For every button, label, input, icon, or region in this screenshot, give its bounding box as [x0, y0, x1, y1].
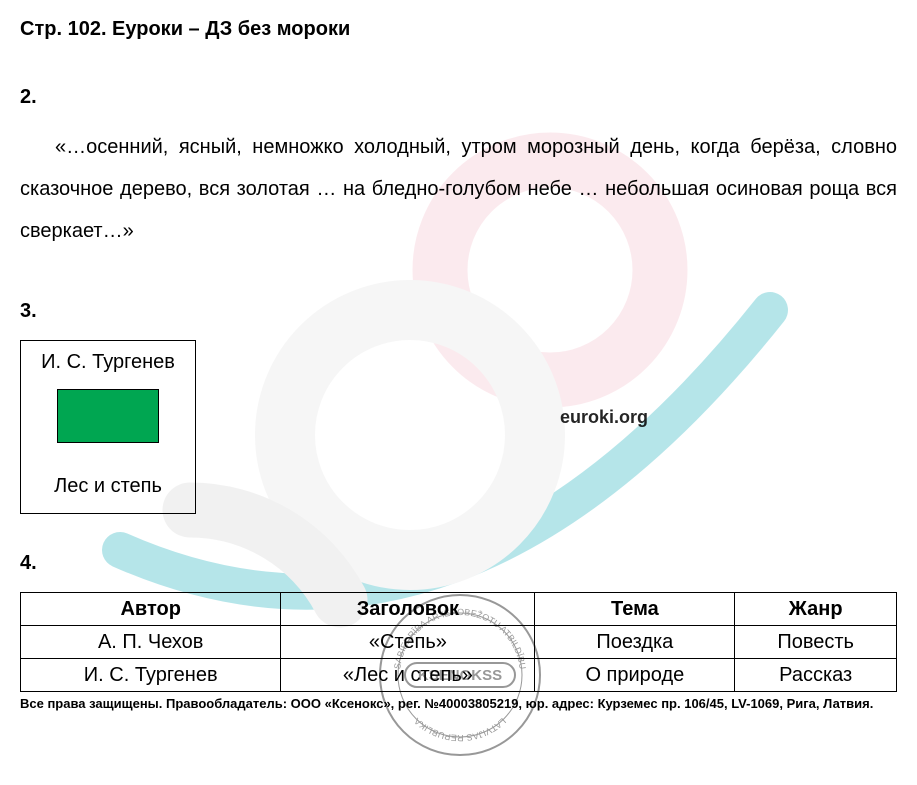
section-2-number: 2.	[20, 78, 897, 116]
col-topic: Тема	[535, 593, 735, 626]
cell-title: «Степь»	[281, 626, 535, 659]
section-3-number: 3.	[20, 292, 897, 330]
cell-genre: Повесть	[735, 626, 897, 659]
cell-genre: Рассказ	[735, 659, 897, 692]
table-row: И. С. Тургенев «Лес и степь» О природе Р…	[21, 659, 897, 692]
section-2-quote: «…осенний, ясный, немножко холодный, утр…	[20, 126, 897, 252]
svg-text:LATVIJAS REPUBLIKA: LATVIJAS REPUBLIKA	[412, 716, 508, 743]
copyright-footer: Все права защищены. Правообладатель: ООО…	[20, 696, 897, 712]
page-title: Стр. 102. Еуроки – ДЗ без мороки	[20, 10, 897, 48]
diagram-box: И. С. Тургенев Лес и степь	[20, 340, 196, 514]
cell-title: «Лес и степь»	[281, 659, 535, 692]
diagram-work: Лес и степь	[25, 473, 191, 499]
works-table: Автор Заголовок Тема Жанр А. П. Чехов «С…	[20, 592, 897, 692]
table-row: А. П. Чехов «Степь» Поездка Повесть	[21, 626, 897, 659]
cell-topic: Поездка	[535, 626, 735, 659]
cell-topic: О природе	[535, 659, 735, 692]
col-genre: Жанр	[735, 593, 897, 626]
section-4-number: 4.	[20, 544, 897, 582]
table-header-row: Автор Заголовок Тема Жанр	[21, 593, 897, 626]
diagram-author: И. С. Тургенев	[25, 349, 191, 375]
col-author: Автор	[21, 593, 281, 626]
col-title: Заголовок	[281, 593, 535, 626]
cell-author: И. С. Тургенев	[21, 659, 281, 692]
cell-author: А. П. Чехов	[21, 626, 281, 659]
green-rectangle-icon	[57, 389, 159, 443]
